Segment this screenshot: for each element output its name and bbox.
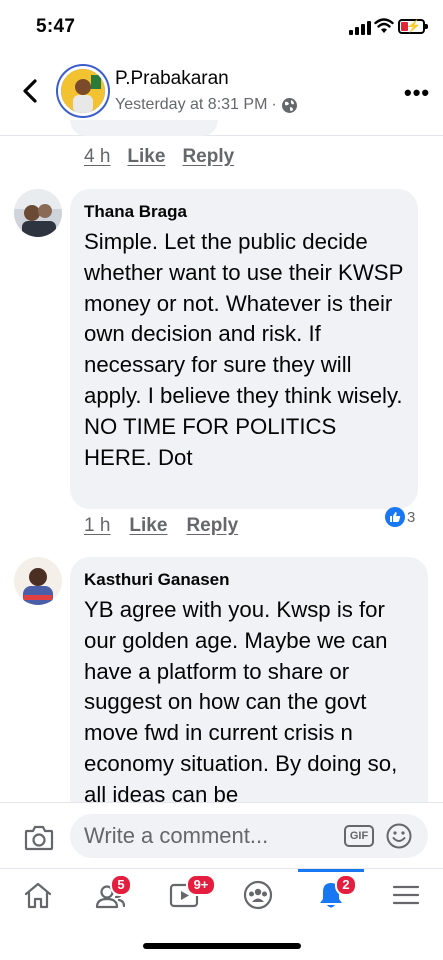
nav-home[interactable]: [8, 869, 68, 921]
hamburger-menu-icon: [392, 885, 420, 905]
home-icon: [24, 882, 52, 909]
home-indicator[interactable]: [143, 943, 301, 949]
post-timestamp: Yesterday at 8:31 PM: [115, 96, 268, 113]
post-header: P.Prabakaran Yesterday at 8:31 PM · •••: [0, 52, 443, 136]
commenter-avatar[interactable]: [14, 189, 62, 237]
nav-friends[interactable]: 5: [80, 869, 140, 921]
reaction-number: 3: [407, 508, 416, 526]
battery-icon: ⚡: [398, 19, 428, 34]
previous-comment-bubble: [70, 120, 218, 136]
like-button[interactable]: Like: [127, 146, 165, 168]
friends-badge: 5: [110, 874, 132, 896]
author-avatar[interactable]: [58, 66, 108, 116]
gif-button[interactable]: GIF: [344, 825, 374, 847]
nav-watch[interactable]: 9+: [155, 869, 216, 921]
comment-input-box[interactable]: GIF: [70, 814, 428, 858]
camera-icon[interactable]: [24, 825, 54, 851]
status-time: 5:47: [36, 16, 76, 37]
nav-menu[interactable]: [376, 869, 436, 921]
commenter-avatar[interactable]: [14, 557, 62, 605]
nav-notifications[interactable]: 2: [301, 869, 361, 921]
status-bar: 5:47 ⚡: [0, 0, 443, 52]
watch-badge: 9+: [186, 874, 216, 896]
emoji-icon[interactable]: [386, 823, 412, 849]
globe-icon: [281, 97, 297, 113]
comment-author[interactable]: Kasthuri Ganasen: [84, 570, 414, 590]
nav-groups[interactable]: [228, 869, 288, 921]
reply-button[interactable]: Reply: [186, 515, 238, 537]
signal-icon: [349, 21, 371, 35]
back-arrow-icon[interactable]: [20, 78, 42, 104]
wifi-icon: [374, 18, 394, 33]
comment-time[interactable]: 1 h: [84, 515, 110, 537]
groups-icon: [243, 880, 273, 910]
more-options-icon[interactable]: •••: [404, 82, 430, 104]
notifications-badge: 2: [335, 874, 357, 896]
comment-bubble: Thana Braga Simple. Let the public decid…: [70, 189, 418, 509]
comment-text: Simple. Let the public decide whether wa…: [84, 229, 403, 470]
comment-author[interactable]: Thana Braga: [84, 202, 404, 222]
comment-input[interactable]: [84, 822, 334, 850]
comment-actions: 1 h Like Reply: [84, 515, 238, 537]
thumbs-up-icon: [385, 507, 405, 527]
author-name[interactable]: P.Prabakaran: [115, 68, 229, 90]
comment-composer: GIF: [0, 802, 443, 868]
comment-text: YB agree with you. Kwsp is for our golde…: [84, 597, 398, 807]
previous-comment-actions: 4 h Like Reply: [84, 146, 234, 168]
meta-separator: ·: [271, 96, 277, 113]
comment-time[interactable]: 4 h: [84, 146, 110, 168]
reply-button[interactable]: Reply: [182, 146, 234, 168]
reaction-count[interactable]: 3: [385, 507, 415, 527]
post-meta: Yesterday at 8:31 PM ·: [115, 96, 298, 114]
like-button[interactable]: Like: [129, 515, 167, 537]
comment-bubble: Kasthuri Ganasen YB agree with you. Kwsp…: [70, 557, 428, 819]
